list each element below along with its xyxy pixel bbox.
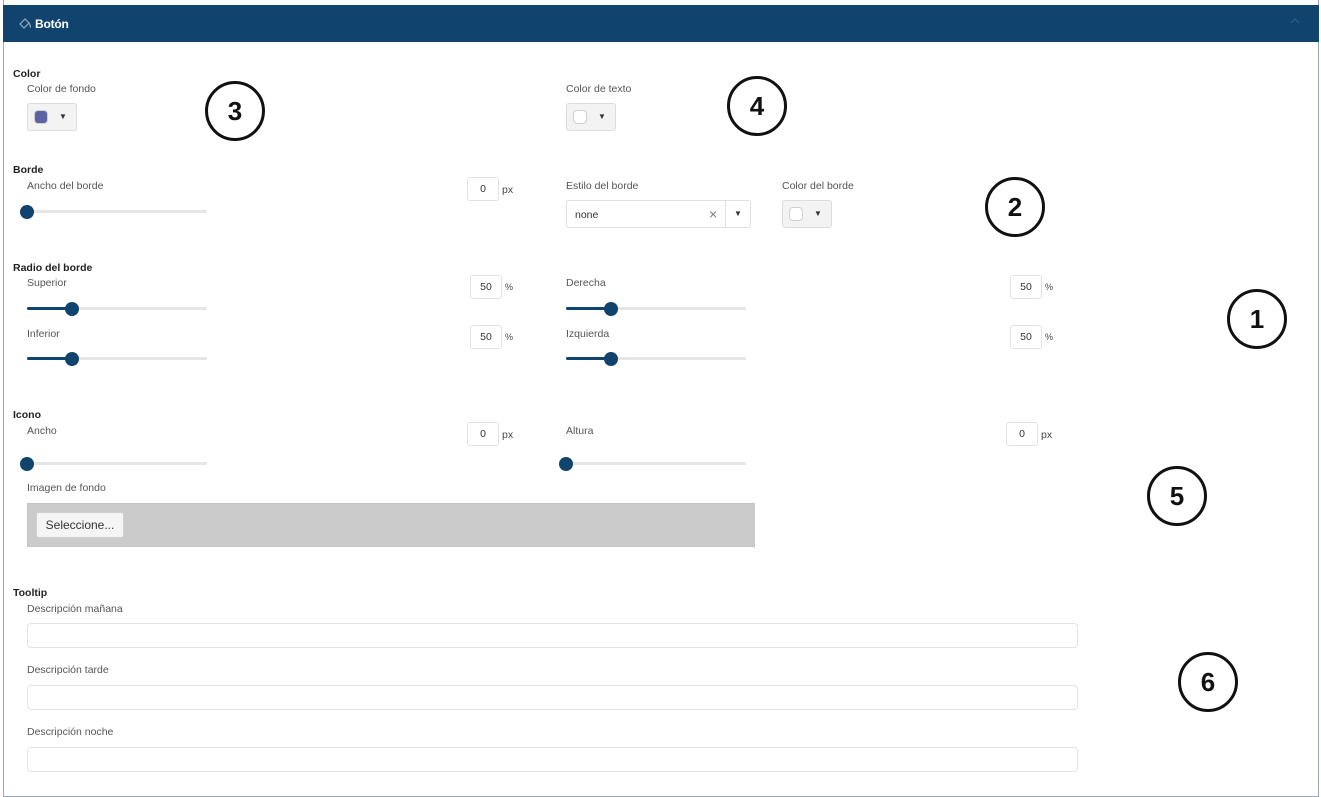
background-image-dropzone[interactable]: Seleccione...	[27, 503, 755, 547]
background-color-swatch	[34, 110, 48, 124]
radius-left-unit: %	[1045, 332, 1054, 342]
callout-2: 2	[985, 177, 1045, 237]
section-icon-title: Icono	[13, 409, 41, 421]
background-color-picker[interactable]: ▼	[27, 103, 77, 131]
caret-down-icon: ▼	[814, 209, 822, 218]
slider-thumb[interactable]	[604, 352, 618, 366]
paint-icon	[19, 18, 31, 29]
tooltip-morning-label: Descripción mañana	[27, 603, 123, 615]
caret-down-icon: ▼	[598, 112, 606, 121]
tooltip-morning-input[interactable]	[27, 623, 1078, 648]
panel-header[interactable]: Botón	[3, 5, 1319, 42]
radius-top-slider[interactable]	[27, 302, 207, 316]
border-width-unit: px	[502, 184, 514, 196]
border-width-input[interactable]: 0	[467, 177, 499, 201]
radius-top-unit: %	[505, 282, 514, 292]
border-width-label: Ancho del borde	[27, 180, 104, 192]
radius-bottom-label: Inferior	[27, 328, 60, 340]
section-border-title: Borde	[13, 164, 44, 176]
panel-title: Botón	[35, 17, 69, 31]
slider-thumb[interactable]	[65, 302, 79, 316]
icon-height-label: Altura	[566, 425, 594, 437]
slider-thumb[interactable]	[604, 302, 618, 316]
border-style-select[interactable]: none × ▼	[566, 200, 751, 228]
border-color-picker[interactable]: ▼	[782, 200, 832, 228]
select-file-button[interactable]: Seleccione...	[36, 512, 124, 538]
radius-bottom-slider[interactable]	[27, 352, 207, 366]
icon-height-input[interactable]: 0	[1006, 422, 1038, 446]
text-color-swatch	[573, 110, 587, 124]
section-color-title: Color	[13, 68, 41, 80]
icon-height-slider[interactable]	[559, 457, 746, 471]
radius-right-label: Derecha	[566, 277, 606, 289]
clear-icon[interactable]: ×	[709, 206, 717, 222]
radius-bottom-unit: %	[505, 332, 514, 342]
slider-thumb[interactable]	[20, 457, 34, 471]
radius-right-slider[interactable]	[566, 302, 746, 316]
radius-top-input[interactable]: 50	[470, 275, 502, 299]
caret-down-icon[interactable]: ▼	[734, 209, 742, 218]
callout-4: 4	[727, 76, 787, 136]
radius-right-input[interactable]: 50	[1010, 275, 1042, 299]
radius-bottom-input[interactable]: 50	[470, 325, 502, 349]
icon-width-label: Ancho	[27, 425, 57, 437]
radius-left-input[interactable]: 50	[1010, 325, 1042, 349]
radius-top-label: Superior	[27, 277, 67, 289]
select-divider	[725, 201, 726, 227]
panel-frame	[3, 0, 1319, 797]
text-color-picker[interactable]: ▼	[566, 103, 616, 131]
border-style-label: Estilo del borde	[566, 180, 639, 192]
text-color-label: Color de texto	[566, 83, 632, 95]
section-radius-title: Radio del borde	[13, 262, 93, 274]
icon-height-unit: px	[1041, 429, 1053, 441]
icon-width-unit: px	[502, 429, 514, 441]
border-color-label: Color del borde	[782, 180, 854, 192]
tooltip-night-label: Descripción noche	[27, 726, 114, 738]
callout-6: 6	[1178, 652, 1238, 712]
slider-thumb[interactable]	[20, 205, 34, 219]
border-style-value: none	[575, 209, 599, 221]
tooltip-night-input[interactable]	[27, 747, 1078, 772]
callout-3: 3	[205, 81, 265, 141]
radius-left-slider[interactable]	[566, 352, 746, 366]
icon-width-input[interactable]: 0	[467, 422, 499, 446]
background-image-label: Imagen de fondo	[27, 482, 106, 494]
tooltip-afternoon-input[interactable]	[27, 685, 1078, 710]
slider-thumb[interactable]	[559, 457, 573, 471]
background-color-label: Color de fondo	[27, 83, 96, 95]
chevron-up-icon[interactable]	[1289, 15, 1301, 27]
callout-1: 1	[1227, 289, 1287, 349]
callout-5: 5	[1147, 466, 1207, 526]
slider-thumb[interactable]	[65, 352, 79, 366]
tooltip-afternoon-label: Descripción tarde	[27, 664, 109, 676]
border-width-slider[interactable]	[20, 205, 207, 219]
icon-width-slider[interactable]	[20, 457, 207, 471]
section-tooltip-title: Tooltip	[13, 587, 48, 599]
border-color-swatch	[789, 207, 803, 221]
radius-right-unit: %	[1045, 282, 1054, 292]
radius-left-label: Izquierda	[566, 328, 610, 340]
caret-down-icon: ▼	[59, 112, 67, 121]
